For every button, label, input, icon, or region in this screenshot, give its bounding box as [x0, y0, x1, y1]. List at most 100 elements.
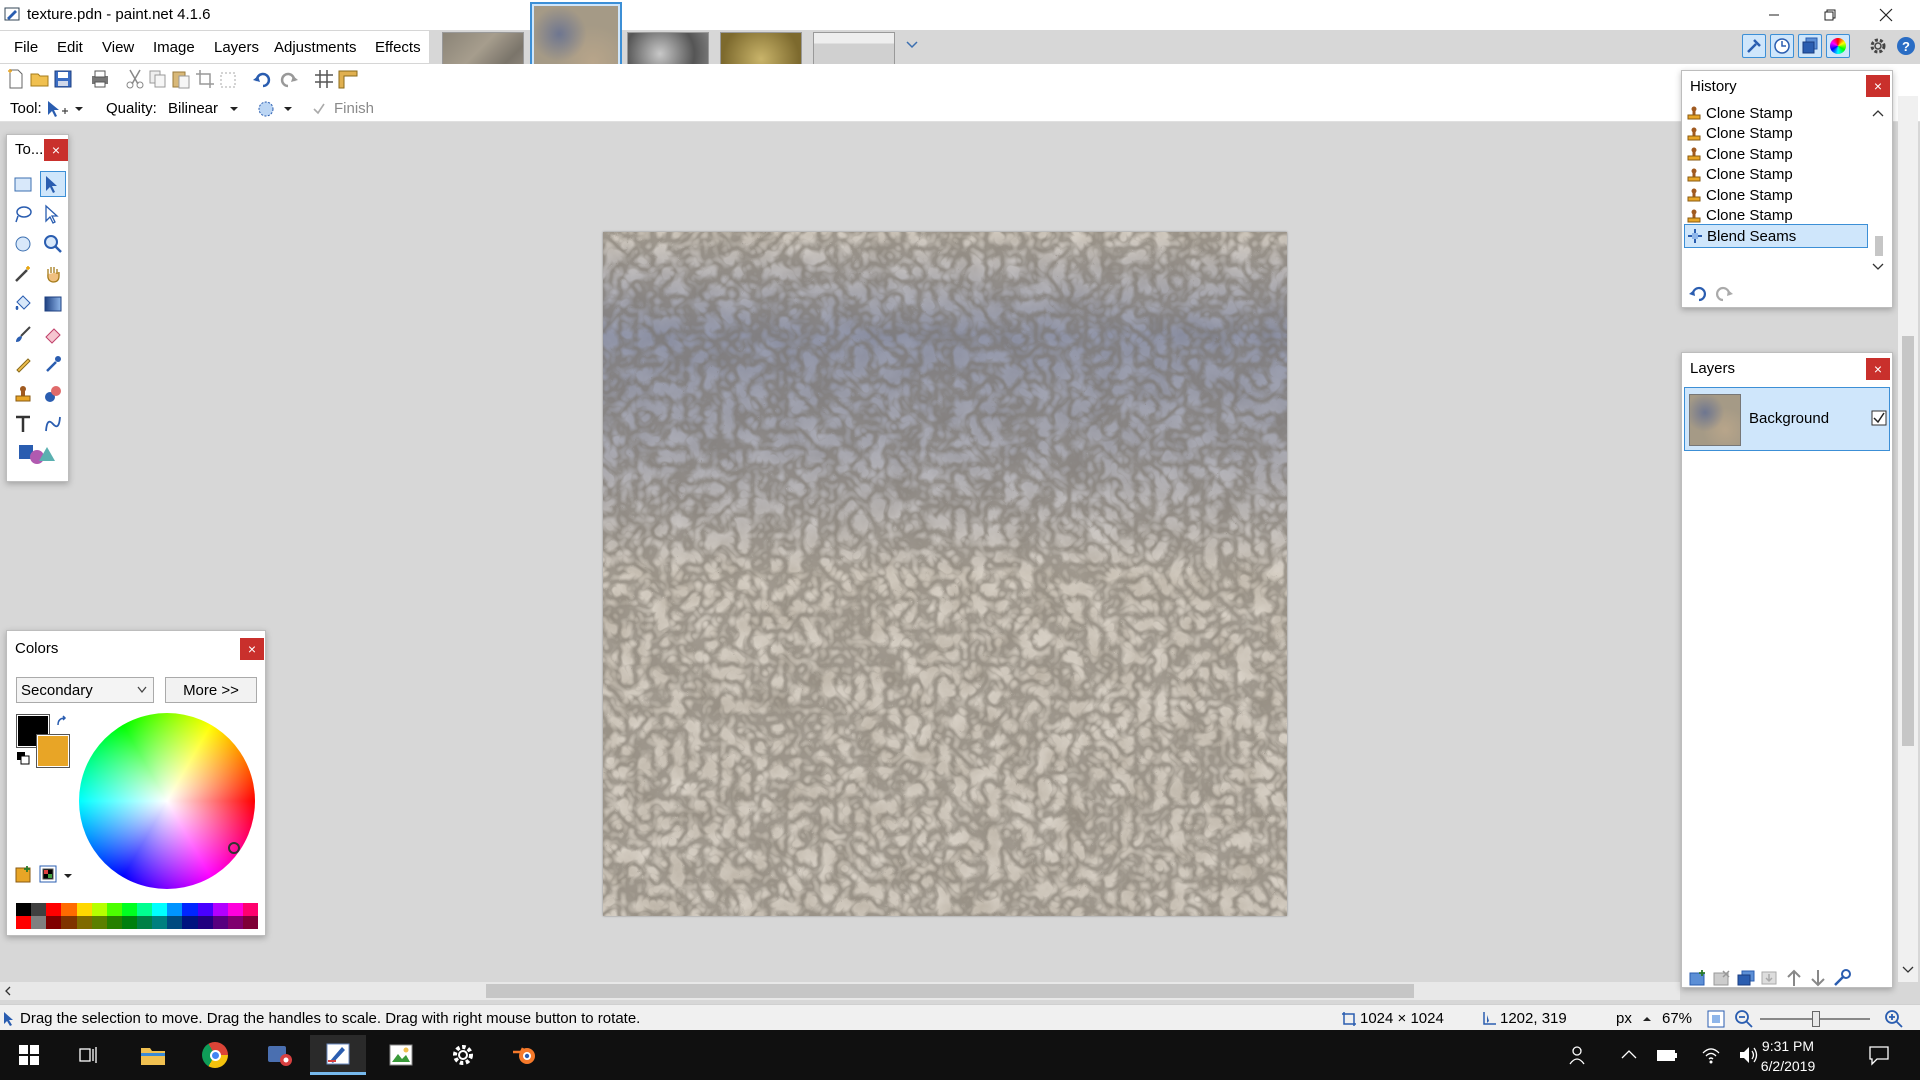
- battery-icon[interactable]: [1656, 1044, 1678, 1066]
- print-icon[interactable]: [89, 68, 111, 90]
- scroll-down-icon[interactable]: [1872, 263, 1884, 271]
- palette-swatch[interactable]: [16, 916, 32, 929]
- quality-select[interactable]: Bilinear: [168, 100, 218, 117]
- color-wheel-marker[interactable]: [228, 842, 240, 854]
- history-undo-icon[interactable]: [1688, 285, 1710, 303]
- delete-layer-icon[interactable]: [1712, 969, 1732, 987]
- palette-swatch[interactable]: [46, 916, 62, 929]
- palette-swatch[interactable]: [31, 903, 47, 916]
- palette-swatch[interactable]: [152, 903, 168, 916]
- restore-button[interactable]: [1802, 0, 1858, 30]
- taskbar-clock[interactable]: 9:31 PM 6/2/2019: [1748, 1036, 1828, 1076]
- menu-effects[interactable]: Effects: [375, 39, 421, 56]
- move-selection-tool[interactable]: [40, 171, 66, 197]
- more-colors-button[interactable]: More >>: [165, 677, 257, 703]
- blender-button[interactable]: [510, 1040, 540, 1070]
- add-to-palette-icon[interactable]: [15, 865, 33, 883]
- add-layer-icon[interactable]: [1688, 969, 1708, 987]
- palette-swatch[interactable]: [76, 903, 92, 916]
- menu-file[interactable]: File: [14, 39, 38, 56]
- palette-swatch[interactable]: [182, 916, 198, 929]
- rectangle-select-tool[interactable]: [10, 171, 36, 197]
- tool-dropdown-arrow-icon[interactable]: [74, 106, 84, 112]
- settings-button[interactable]: [448, 1040, 478, 1070]
- ellipse-select-tool[interactable]: [10, 231, 36, 257]
- selection-mode-icon[interactable]: [256, 100, 276, 118]
- cut-icon[interactable]: [124, 68, 146, 90]
- minimize-button[interactable]: [1746, 0, 1802, 30]
- history-redo-icon[interactable]: [1712, 285, 1734, 303]
- palette-swatch[interactable]: [16, 903, 32, 916]
- image-editor-button[interactable]: [386, 1040, 416, 1070]
- move-layer-down-icon[interactable]: [1808, 969, 1828, 987]
- text-tool[interactable]: [10, 411, 36, 437]
- palette-swatch[interactable]: [61, 916, 77, 929]
- menu-adjustments[interactable]: Adjustments: [274, 39, 357, 56]
- layer-item[interactable]: Background: [1684, 387, 1890, 451]
- color-mode-select[interactable]: Secondary: [16, 677, 154, 703]
- lasso-select-tool[interactable]: [10, 201, 36, 227]
- clone-stamp-tool[interactable]: [10, 381, 36, 407]
- pixel-grid-icon[interactable]: [313, 68, 335, 90]
- zoom-slider-thumb[interactable]: [1812, 1011, 1820, 1027]
- canvas-workspace[interactable]: [0, 122, 1920, 982]
- palette-swatch[interactable]: [137, 916, 153, 929]
- color-palette[interactable]: [16, 903, 258, 929]
- palette-dropdown-icon[interactable]: [63, 873, 73, 879]
- chevron-down-icon[interactable]: [906, 40, 918, 50]
- start-button[interactable]: [14, 1040, 44, 1070]
- palette-swatch[interactable]: [31, 916, 47, 929]
- tools-window-toggle[interactable]: [1742, 34, 1766, 58]
- task-view-button[interactable]: [74, 1040, 104, 1070]
- shapes-tool[interactable]: [15, 441, 59, 467]
- screen-recorder-button[interactable]: [265, 1040, 295, 1070]
- rulers-icon[interactable]: [337, 68, 359, 90]
- swap-colors-icon[interactable]: [55, 715, 69, 729]
- horizontal-scroll-thumb[interactable]: [486, 984, 1414, 998]
- paint-bucket-tool[interactable]: [10, 291, 36, 317]
- palette-swatch[interactable]: [197, 916, 213, 929]
- history-window-toggle[interactable]: [1770, 34, 1794, 58]
- palette-swatch[interactable]: [91, 903, 107, 916]
- menu-layers[interactable]: Layers: [214, 39, 259, 56]
- magic-wand-tool[interactable]: [10, 261, 36, 287]
- color-wheel[interactable]: [79, 713, 255, 889]
- palette-swatch[interactable]: [212, 903, 228, 916]
- paintbrush-tool[interactable]: [10, 321, 36, 347]
- palette-swatch[interactable]: [167, 903, 183, 916]
- palette-swatch[interactable]: [212, 916, 228, 929]
- zoom-in-icon[interactable]: [1884, 1009, 1904, 1029]
- deselect-icon[interactable]: [218, 68, 240, 90]
- recolor-tool[interactable]: [40, 381, 66, 407]
- color-picker-tool[interactable]: [40, 351, 66, 377]
- palette-swatch[interactable]: [106, 903, 122, 916]
- history-close-button[interactable]: ×: [1866, 75, 1890, 97]
- secondary-color-swatch[interactable]: [36, 734, 70, 768]
- undo-icon[interactable]: [252, 68, 274, 90]
- file-explorer-button[interactable]: [138, 1040, 168, 1070]
- scroll-left-icon[interactable]: [4, 986, 12, 996]
- scroll-down-icon[interactable]: [1902, 966, 1914, 974]
- units-select[interactable]: px: [1616, 1010, 1632, 1027]
- finish-button[interactable]: Finish: [334, 100, 374, 117]
- history-scroll-thumb[interactable]: [1875, 236, 1883, 256]
- gradient-tool[interactable]: [40, 291, 66, 317]
- zoom-slider[interactable]: [1760, 1011, 1870, 1027]
- menu-view[interactable]: View: [102, 39, 134, 56]
- layer-properties-icon[interactable]: [1832, 969, 1852, 987]
- layers-close-button[interactable]: ×: [1866, 358, 1890, 380]
- colors-close-button[interactable]: ×: [240, 638, 264, 660]
- palette-swatch[interactable]: [46, 903, 62, 916]
- zoom-tool[interactable]: [40, 231, 66, 257]
- palette-swatch[interactable]: [61, 903, 77, 916]
- palette-swatch[interactable]: [121, 903, 137, 916]
- line-curve-tool[interactable]: [40, 411, 66, 437]
- open-folder-icon[interactable]: [29, 68, 51, 90]
- layer-visibility-checkbox[interactable]: [1871, 410, 1887, 426]
- move-layer-up-icon[interactable]: [1784, 969, 1804, 987]
- quality-dropdown-arrow-icon[interactable]: [229, 106, 239, 112]
- save-icon[interactable]: [52, 68, 74, 90]
- close-window-button[interactable]: [1858, 0, 1914, 30]
- vertical-scroll-thumb[interactable]: [1902, 336, 1914, 746]
- zoom-level[interactable]: 67%: [1662, 1010, 1692, 1027]
